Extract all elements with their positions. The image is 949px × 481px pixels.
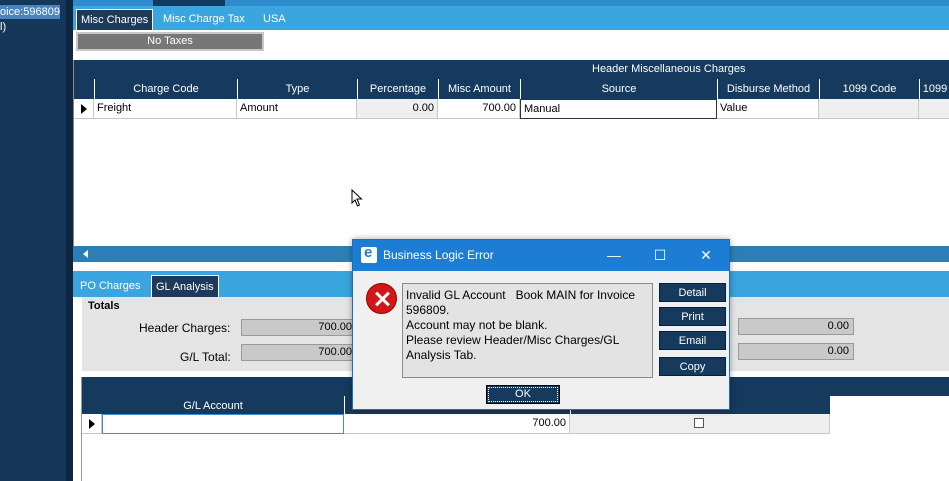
cell-1099[interactable] [919,99,949,119]
row-selector-icon[interactable] [82,414,102,434]
col-1099[interactable]: 1099 [919,79,949,99]
tab-usa[interactable]: USA [259,9,290,30]
detail-button[interactable]: Detail [659,283,726,302]
header-charges-label: Header Charges: [139,321,231,335]
nav-sub-item[interactable]: l) [0,21,6,33]
table-row[interactable]: 700.00 [82,414,830,434]
ok-button[interactable]: OK [486,385,560,404]
tax-checkbox[interactable] [694,418,704,428]
cell-charge-code[interactable]: Freight [94,99,237,119]
col-disburse-method[interactable]: Disburse Method [717,79,819,99]
grid-title: Header Miscellaneous Charges [74,60,949,79]
tab-po-charges[interactable]: PO Charges [76,275,145,297]
grid-header-row: Charge Code Type Percentage Misc Amount … [74,79,949,99]
gl-total-label: G/L Total: [180,350,231,364]
error-message: Invalid GL Account Book MAIN for Invoice… [402,283,653,378]
right-total-field-1: 0.00 [738,318,854,335]
tab-misc-charge-tax[interactable]: Misc Charge Tax [159,9,249,30]
nav-selected-invoice[interactable]: oice:596809 [0,5,60,19]
maximize-icon[interactable]: ☐ [637,240,683,271]
close-icon[interactable]: ✕ [683,240,729,271]
tax-cell[interactable] [570,414,830,434]
error-icon [366,283,397,314]
col-1099-code[interactable]: 1099 Code [819,79,919,99]
copy-button[interactable]: Copy [659,357,726,376]
col-misc-amount[interactable]: Misc Amount [438,79,520,99]
mouse-cursor-icon [351,189,363,207]
header-misc-charges-grid: Header Miscellaneous Charges Charge Code… [73,60,949,260]
col-type[interactable]: Type [237,79,357,99]
minimize-icon[interactable]: — [591,240,637,271]
left-nav-panel: oice:596809 l) [0,0,66,481]
app-logo-icon [361,244,377,263]
print-button[interactable]: Print [659,307,726,326]
gl-total-field: 700.00 [241,344,357,361]
right-total-field-2: 0.00 [738,343,854,360]
tab-gl-analysis[interactable]: GL Analysis [151,275,219,297]
tab-misc-charges[interactable]: Misc Charges [76,9,154,30]
cell-1099-code[interactable] [819,99,919,119]
dialog-title: Business Logic Error [383,248,494,262]
misc-tab-bar: Misc Charges Misc Charge Tax USA [73,6,949,30]
scroll-left-icon[interactable] [83,250,88,258]
col-charge-code[interactable]: Charge Code [94,79,237,99]
gl-account-input[interactable] [102,414,344,434]
col-percentage[interactable]: Percentage [357,79,438,99]
business-logic-error-dialog: Business Logic Error — ☐ ✕ Invalid GL Ac… [352,239,730,410]
email-button[interactable]: Email [659,331,726,350]
cell-type[interactable]: Amount [237,99,357,119]
gl-amount-cell[interactable]: 700.00 [344,414,570,434]
row-selector-icon[interactable] [74,99,94,119]
col-gl-account[interactable]: G/L Account [82,396,344,416]
panel-splitter[interactable] [66,0,73,481]
cell-misc-amount[interactable]: 700.00 [438,99,520,119]
col-source[interactable]: Source [520,79,717,99]
cell-percentage[interactable]: 0.00 [357,99,438,119]
table-row[interactable]: Freight Amount 0.00 700.00 Manual Value [74,99,949,119]
dialog-title-bar[interactable]: Business Logic Error — ☐ ✕ [353,240,729,271]
totals-title: Totals [88,300,120,312]
cell-source[interactable]: Manual [520,99,717,119]
header-charges-field: 700.00 [241,319,357,336]
no-taxes-label: No Taxes [76,32,264,51]
cell-disburse-method[interactable]: Value [717,99,819,119]
